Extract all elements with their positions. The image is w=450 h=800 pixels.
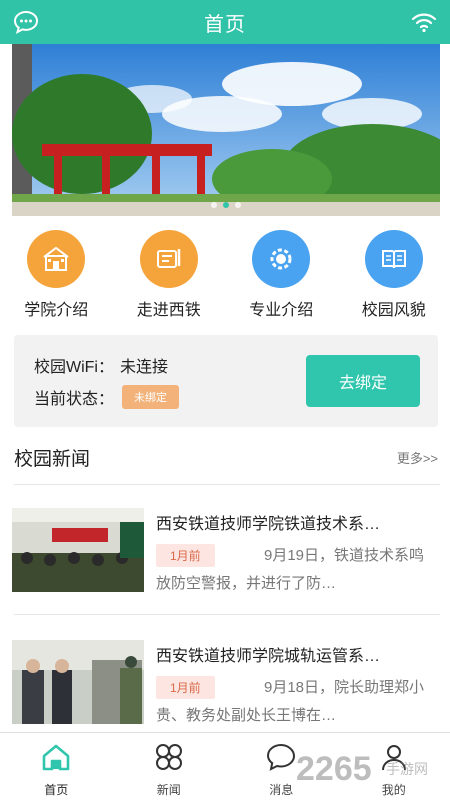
wifi-status-card: 校园WiFi： 未连接 当前状态： 未绑定 去绑定 bbox=[14, 335, 438, 427]
status-badge: 未绑定 bbox=[122, 385, 180, 409]
news-item[interactable]: 西安铁道技师学院城轨运管系… 9月18日，院长助理郑小贵、教务处副处长王博在… … bbox=[12, 640, 442, 732]
divider bbox=[14, 614, 440, 615]
tab-label: 新闻 bbox=[156, 783, 181, 797]
chat-bubble-icon[interactable] bbox=[12, 9, 40, 35]
page-title: 首页 bbox=[204, 13, 246, 36]
nav-label: 走进西铁 bbox=[136, 302, 201, 319]
gear-icon bbox=[252, 230, 311, 288]
tab-label: 首页 bbox=[44, 783, 69, 797]
nav-label: 校园风貌 bbox=[361, 302, 426, 319]
nav-campus-view[interactable]: 校园风貌 bbox=[344, 230, 444, 330]
wifi-icon[interactable] bbox=[410, 9, 438, 35]
document-pen-icon bbox=[139, 230, 198, 288]
open-book-icon bbox=[364, 230, 423, 288]
news-date-badge: 1月前 bbox=[156, 676, 215, 699]
home-icon bbox=[40, 741, 72, 773]
nav-major-intro[interactable]: 专业介绍 bbox=[231, 230, 331, 330]
carousel-dot[interactable] bbox=[211, 202, 217, 208]
news-section-title: 校园新闻 bbox=[14, 448, 91, 470]
carousel-dots bbox=[12, 202, 440, 208]
watermark-logo: 2265 手游网 bbox=[292, 748, 442, 788]
top-app-bar: 首页 bbox=[0, 0, 450, 44]
more-link[interactable]: 更多>> bbox=[397, 448, 438, 467]
news-thumbnail bbox=[12, 640, 144, 724]
nav-college-intro[interactable]: 学院介绍 bbox=[6, 230, 106, 330]
news-title: 西安铁道技师学院铁道技术系… bbox=[156, 516, 381, 533]
carousel-dot[interactable] bbox=[235, 202, 241, 208]
banner-carousel[interactable] bbox=[12, 44, 440, 216]
quick-nav: 学院介绍 走进西铁 专业介绍 校园风貌 bbox=[0, 230, 450, 330]
news-section-header: 校园新闻 更多>> bbox=[14, 440, 438, 474]
grid-icon bbox=[153, 741, 185, 773]
news-item[interactable]: 西安铁道技师学院铁道技术系… 9月19日，铁道技术系鸣放防空警报，并进行了防… … bbox=[12, 508, 442, 600]
svg-text:手游网: 手游网 bbox=[386, 762, 428, 778]
banner-image bbox=[12, 44, 440, 216]
divider bbox=[14, 484, 440, 485]
status-row: 当前状态： 未绑定 bbox=[34, 385, 180, 409]
bind-button[interactable]: 去绑定 bbox=[306, 355, 420, 407]
news-date-badge: 1月前 bbox=[156, 544, 215, 567]
news-thumbnail bbox=[12, 508, 144, 592]
nav-enter-xitie[interactable]: 走进西铁 bbox=[119, 230, 219, 330]
nav-label: 学院介绍 bbox=[24, 302, 89, 319]
nav-label: 专业介绍 bbox=[249, 302, 314, 319]
tab-label: 消息 bbox=[269, 783, 294, 797]
svg-text:2265: 2265 bbox=[296, 750, 372, 788]
tab-home[interactable]: 首页 bbox=[0, 733, 113, 800]
wifi-label: 校园WiFi： bbox=[34, 359, 114, 376]
wifi-value: 未连接 bbox=[120, 359, 169, 376]
carousel-dot-active[interactable] bbox=[223, 202, 229, 208]
wifi-row: 校园WiFi： 未连接 bbox=[34, 353, 168, 377]
school-building-icon bbox=[27, 230, 86, 288]
tab-news[interactable]: 新闻 bbox=[113, 733, 226, 800]
status-label: 当前状态： bbox=[34, 391, 115, 408]
news-title: 西安铁道技师学院城轨运管系… bbox=[156, 648, 381, 665]
